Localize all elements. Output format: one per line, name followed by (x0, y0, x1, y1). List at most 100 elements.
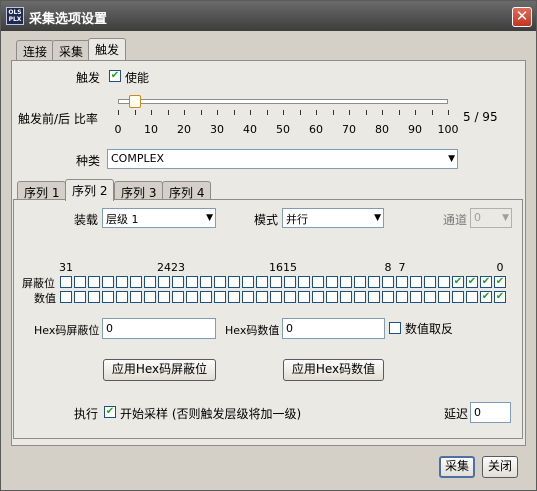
value-bit-13-checkbox[interactable] (312, 291, 324, 303)
mask-bit-1-checkbox[interactable]: ✔ (480, 276, 492, 288)
value-bit-17-checkbox[interactable] (256, 291, 268, 303)
value-bit-21-checkbox[interactable] (200, 291, 212, 303)
mask-bit-6-checkbox[interactable] (410, 276, 422, 288)
tab-stage-4[interactable]: 序列 4 (162, 181, 212, 201)
value-bit-15-checkbox[interactable] (284, 291, 296, 303)
tab-stage-1[interactable]: 序列 1 (17, 181, 67, 201)
value-bit-23-checkbox[interactable] (172, 291, 184, 303)
value-bit-28-checkbox[interactable] (102, 291, 114, 303)
value-bit-4-checkbox[interactable] (438, 291, 450, 303)
value-bit-20-checkbox[interactable] (214, 291, 226, 303)
mask-bit-0-checkbox[interactable]: ✔ (494, 276, 506, 288)
value-bit-31-checkbox[interactable] (60, 291, 72, 303)
tab-connect[interactable]: 连接 (16, 40, 55, 60)
ratio-tick-label: 10 (144, 123, 158, 136)
mask-bit-5-checkbox[interactable] (424, 276, 436, 288)
ratio-tick (283, 110, 284, 115)
value-bit-22-checkbox[interactable] (186, 291, 198, 303)
ratio-value: 5 / 95 (463, 110, 498, 124)
value-bit-1-checkbox[interactable]: ✔ (480, 291, 492, 303)
value-bit-12-checkbox[interactable] (326, 291, 338, 303)
mask-bit-3-checkbox[interactable]: ✔ (452, 276, 464, 288)
value-bit-19-checkbox[interactable] (228, 291, 240, 303)
mask-bit-23-checkbox[interactable] (172, 276, 184, 288)
type-select[interactable]: COMPLEX ▼ (107, 149, 458, 169)
tab-stage-3[interactable]: 序列 3 (114, 181, 164, 201)
value-bit-2-checkbox[interactable] (466, 291, 478, 303)
mask-bit-16-checkbox[interactable] (270, 276, 282, 288)
mask-bit-10-checkbox[interactable] (354, 276, 366, 288)
mask-bit-24-checkbox[interactable] (158, 276, 170, 288)
delay-input[interactable]: 0 (470, 402, 511, 423)
mask-bit-27-checkbox[interactable] (116, 276, 128, 288)
hex-value-input[interactable]: 0 (282, 318, 385, 339)
mask-bit-28-checkbox[interactable] (102, 276, 114, 288)
value-bit-11-checkbox[interactable] (340, 291, 352, 303)
mask-bit-15-checkbox[interactable] (284, 276, 296, 288)
apply-hex-value-button[interactable]: 应用Hex码数值 (283, 359, 384, 381)
mask-bit-19-checkbox[interactable] (228, 276, 240, 288)
ratio-tick (316, 110, 317, 115)
hex-mask-input[interactable]: 0 (102, 318, 216, 339)
value-bit-30-checkbox[interactable] (74, 291, 86, 303)
close-window-button[interactable]: ✕ (512, 7, 532, 27)
mask-bit-17-checkbox[interactable] (256, 276, 268, 288)
mask-bit-25-checkbox[interactable] (144, 276, 156, 288)
value-bit-14-checkbox[interactable] (298, 291, 310, 303)
mask-bit-30-checkbox[interactable] (74, 276, 86, 288)
value-bit-0-checkbox[interactable]: ✔ (494, 291, 506, 303)
bit-number-label: 24 (157, 261, 171, 274)
mask-bit-4-checkbox[interactable] (438, 276, 450, 288)
invert-value-checkbox[interactable] (389, 322, 401, 334)
ratio-tick (415, 110, 416, 115)
mask-bit-29-checkbox[interactable] (88, 276, 100, 288)
capture-button[interactable]: 采集 (439, 456, 475, 478)
mask-bit-12-checkbox[interactable] (326, 276, 338, 288)
tab-capture[interactable]: 采集 (52, 40, 91, 60)
value-bit-6-checkbox[interactable] (410, 291, 422, 303)
close-icon: ✕ (515, 7, 529, 25)
mask-bit-31-checkbox[interactable] (60, 276, 72, 288)
mask-bit-13-checkbox[interactable] (312, 276, 324, 288)
value-bit-26-checkbox[interactable] (130, 291, 142, 303)
value-bit-16-checkbox[interactable] (270, 291, 282, 303)
mask-bit-22-checkbox[interactable] (186, 276, 198, 288)
value-bit-29-checkbox[interactable] (88, 291, 100, 303)
ratio-slider-track[interactable] (118, 99, 448, 104)
type-label: 种类 (76, 154, 101, 168)
value-bit-7-checkbox[interactable] (396, 291, 408, 303)
load-select[interactable]: 层级 1 ▼ (102, 208, 216, 228)
ratio-tick (184, 110, 185, 115)
mask-bit-20-checkbox[interactable] (214, 276, 226, 288)
close-button[interactable]: 关闭 (482, 456, 518, 478)
value-bit-8-checkbox[interactable] (382, 291, 394, 303)
value-bit-25-checkbox[interactable] (144, 291, 156, 303)
mask-bit-14-checkbox[interactable] (298, 276, 310, 288)
mask-bit-11-checkbox[interactable] (340, 276, 352, 288)
start-capture-checkbox[interactable]: ✔ (104, 406, 116, 418)
value-bit-24-checkbox[interactable] (158, 291, 170, 303)
mask-bit-21-checkbox[interactable] (200, 276, 212, 288)
chevron-down-icon: ▼ (374, 213, 381, 223)
mask-bit-18-checkbox[interactable] (242, 276, 254, 288)
value-bit-3-checkbox[interactable] (452, 291, 464, 303)
check-icon: ✔ (495, 276, 505, 287)
value-bit-5-checkbox[interactable] (424, 291, 436, 303)
value-bit-27-checkbox[interactable] (116, 291, 128, 303)
value-bit-18-checkbox[interactable] (242, 291, 254, 303)
mask-bit-8-checkbox[interactable] (382, 276, 394, 288)
tab-stage-2[interactable]: 序列 2 (65, 179, 115, 201)
mask-bit-2-checkbox[interactable]: ✔ (466, 276, 478, 288)
value-bit-9-checkbox[interactable] (368, 291, 380, 303)
trigger-enable-checkbox[interactable]: ✔ (109, 70, 121, 82)
bit-number-label: 0 (496, 261, 504, 274)
mode-select[interactable]: 并行 ▼ (282, 208, 384, 228)
mask-bit-9-checkbox[interactable] (368, 276, 380, 288)
ratio-tick (366, 110, 367, 115)
tab-trigger[interactable]: 触发 (88, 38, 127, 60)
value-bit-10-checkbox[interactable] (354, 291, 366, 303)
mask-bit-26-checkbox[interactable] (130, 276, 142, 288)
apply-hex-mask-button[interactable]: 应用Hex码屏蔽位 (103, 359, 216, 381)
ratio-slider-thumb[interactable] (129, 95, 141, 108)
mask-bit-7-checkbox[interactable] (396, 276, 408, 288)
